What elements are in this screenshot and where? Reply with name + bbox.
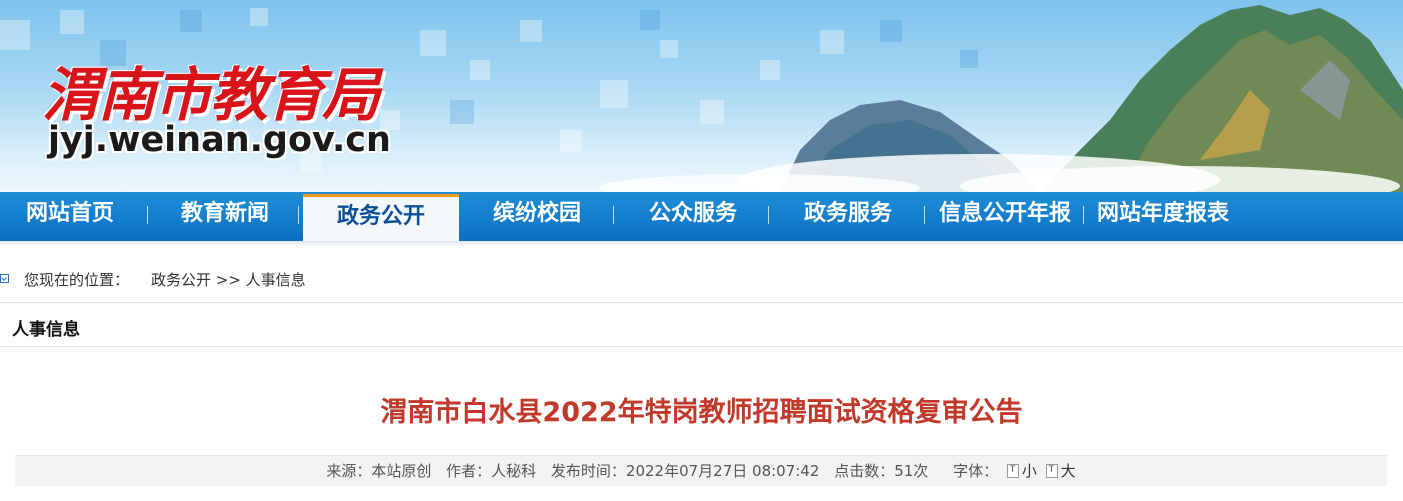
font-large-button[interactable]: 大 [1061, 462, 1076, 480]
nav-item-campus[interactable]: 缤纷校园 [487, 192, 587, 241]
font-small-icon[interactable] [1006, 464, 1019, 478]
header-banner: 渭南市教育局 jyj.weinan.gov.cn [0, 0, 1403, 192]
nav-item-public-services[interactable]: 公众服务 [643, 192, 743, 241]
font-small-button[interactable]: 小 [1022, 462, 1037, 480]
main-nav: 网站首页 教育新闻 政务公开 缤纷校园 公众服务 政务服务 信息公开年报 网站年… [0, 192, 1403, 241]
nav-divider [768, 206, 769, 224]
font-large-icon[interactable] [1045, 464, 1058, 478]
nav-divider [298, 206, 299, 224]
nav-item-home[interactable]: 网站首页 [20, 192, 120, 241]
nav-item-annual-site-report[interactable]: 网站年度报表 [1088, 192, 1238, 241]
article-meta-bar: 来源：本站原创 作者：人秘科 发布时间：2022年07月27日 08:07:42… [15, 455, 1387, 486]
breadcrumb-prefix: 您现在的位置： [24, 271, 130, 289]
nav-divider [147, 206, 148, 224]
nav-item-government-affairs[interactable]: 政务公开 [303, 194, 459, 241]
article-meta: 来源：本站原创 作者：人秘科 发布时间：2022年07月27日 08:07:42… [15, 456, 1387, 486]
nav-divider [1083, 206, 1084, 224]
nav-divider [613, 206, 614, 224]
font-size-label: 字体： [953, 462, 999, 480]
divider [0, 346, 1403, 347]
nav-item-education-news[interactable]: 教育新闻 [175, 192, 275, 241]
nav-item-annual-disclosure-report[interactable]: 信息公开年报 [930, 192, 1080, 241]
breadcrumb-path[interactable]: 政务公开 >> 人事信息 [151, 268, 306, 292]
article-clicks: 点击数：51次 [834, 462, 929, 480]
location-icon [0, 274, 9, 283]
section-title: 人事信息 [12, 320, 80, 340]
divider [0, 302, 1403, 303]
article-author: 作者：人秘科 [446, 462, 537, 480]
nav-divider [924, 206, 925, 224]
article-source: 来源：本站原创 [326, 462, 432, 480]
nav-item-government-services[interactable]: 政务服务 [798, 192, 898, 241]
article-title: 渭南市白水县2022年特岗教师招聘面试资格复审公告 [380, 397, 1023, 428]
article-published: 发布时间：2022年07月27日 08:07:42 [550, 462, 820, 480]
nav-shadow [0, 241, 1403, 247]
site-domain: jyj.weinan.gov.cn [48, 120, 391, 160]
